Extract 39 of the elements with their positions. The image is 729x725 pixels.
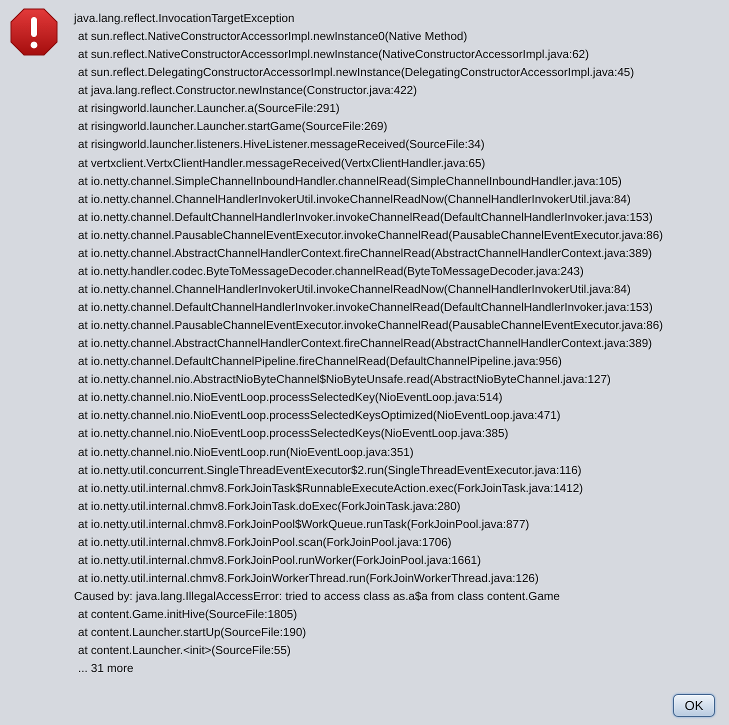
stack-trace-line: at content.Launcher.startUp(SourceFile:190) (77, 625, 308, 642)
stack-trace-line: ... 31 more (77, 661, 134, 678)
stack-trace-line: at io.netty.channel.nio.NioEventLoop.processSelectedKey(NioEventLoop.java:514) (77, 390, 504, 406)
stack-trace-line: at io.netty.channel.ChannelHandlerInvokerUtil.invokeChannelReadNow(ChannelHandlerInvokerUtil.java:84) (77, 192, 632, 208)
stack-trace-line: at content.Game.initHive(SourceFile:1805) (77, 607, 298, 624)
stack-trace-line: at io.netty.channel.DefaultChannelHandlerInvoker.invokeChannelRead(DefaultChannelHandlerInvoker.java:153) (77, 300, 654, 316)
stack-trace-line: at io.netty.util.internal.chmv8.ForkJoinPool.runWorker(ForkJoinPool.java:1661) (77, 552, 482, 569)
stack-trace-line: at sun.reflect.DelegatingConstructorAccessorImpl.newInstance(DelegatingConstructorAccessorImpl.java:45) (77, 65, 636, 82)
stack-trace-line: at io.netty.channel.AbstractChannelHandlerContext.fireChannelRead(AbstractChannelHandlerContext.java:389) (77, 246, 654, 262)
stack-trace-line: at io.netty.channel.PausableChannelEventExecutor.invokeChannelRead(PausableChannelEventExecutor.java:86) (77, 318, 664, 334)
stack-trace-line: at io.netty.channel.AbstractChannelHandlerContext.fireChannelRead(AbstractChannelHandlerContext.java:389) (77, 336, 654, 352)
stack-trace-line: at risingworld.launcher.listeners.HiveListener.messageReceived(SourceFile:34) (77, 137, 486, 154)
stack-trace-line: at io.netty.util.internal.chmv8.ForkJoinPool.scan(ForkJoinPool.java:1706) (77, 534, 453, 551)
exception-message: Caused by: java.lang.IllegalAccessError: tried to access class as.a$a from class content.Game (74, 589, 561, 605)
stack-trace-line: at io.netty.channel.nio.NioEventLoop.processSelectedKeysOptimized(NioEventLoop.java:471) (77, 408, 562, 424)
stack-trace-line: at io.netty.channel.nio.AbstractNioByteChannel$NioByteUnsafe.read(AbstractNioByteChannel.java:127) (77, 372, 612, 388)
stack-trace-line: at java.lang.reflect.Constructor.newInstance(Constructor.java:422) (77, 83, 418, 100)
stack-trace-line: at io.netty.channel.DefaultChannelHandlerInvoker.invokeChannelRead(DefaultChannelHandlerInvoker.java:153) (77, 210, 654, 226)
ok-button[interactable]: OK (673, 694, 715, 717)
stack-trace-line: at vertxclient.VertxClientHandler.messageReceived(VertxClientHandler.java:65) (77, 156, 486, 172)
stack-trace-line: at io.netty.handler.codec.ByteToMessageDecoder.channelRead(ByteToMessageDecoder.java:243) (77, 264, 585, 280)
stack-trace-line: at io.netty.channel.nio.NioEventLoop.processSelectedKeys(NioEventLoop.java:385) (77, 426, 510, 442)
stack-trace-line: at sun.reflect.NativeConstructorAccessorImpl.newInstance0(Native Method) (77, 29, 468, 46)
stack-trace-line: at io.netty.channel.nio.NioEventLoop.run(NioEventLoop.java:351) (77, 444, 415, 460)
stack-trace-line: at sun.reflect.NativeConstructorAccessorImpl.newInstance(NativeConstructorAccessorImpl.java:62) (77, 47, 590, 64)
stack-trace-line: at io.netty.channel.PausableChannelEventExecutor.invokeChannelRead(PausableChannelEventExecutor.java:86) (77, 228, 664, 244)
stack-trace-line: at io.netty.util.internal.chmv8.ForkJoinWorkerThread.run(ForkJoinWorkerThread.java:126) (77, 570, 540, 587)
stack-trace-line: at io.netty.util.internal.chmv8.ForkJoinTask$RunnableExecuteAction.exec(ForkJoinTask.java:1412) (77, 480, 584, 497)
exception-message: java.lang.reflect.InvocationTargetException (74, 11, 296, 27)
error-icon (10, 8, 58, 56)
stack-trace-line: at risingworld.launcher.Launcher.startGame(SourceFile:269) (77, 119, 388, 136)
stack-trace-line: at io.netty.util.concurrent.SingleThreadEventExecutor$2.run(SingleThreadEventExecutor.java:116) (77, 462, 583, 479)
stack-trace-line: at io.netty.channel.SimpleChannelInboundHandler.channelRead(SimpleChannelInboundHandler.java:105) (77, 174, 623, 190)
stack-trace-line: at content.Launcher.<init>(SourceFile:55) (77, 643, 292, 660)
stack-trace-line: at io.netty.channel.ChannelHandlerInvokerUtil.invokeChannelReadNow(ChannelHandlerInvokerUtil.java:84) (77, 282, 632, 298)
stack-trace-line: at io.netty.channel.DefaultChannelPipeline.fireChannelRead(DefaultChannelPipeline.java:956) (77, 354, 563, 370)
stack-trace-line: at io.netty.util.internal.chmv8.ForkJoinPool$WorkQueue.runTask(ForkJoinPool.java:877) (77, 516, 530, 533)
stack-trace-line: at risingworld.launcher.Launcher.a(SourceFile:291) (77, 101, 341, 118)
stack-trace-line: at io.netty.util.internal.chmv8.ForkJoinTask.doExec(ForkJoinTask.java:280) (77, 498, 462, 515)
